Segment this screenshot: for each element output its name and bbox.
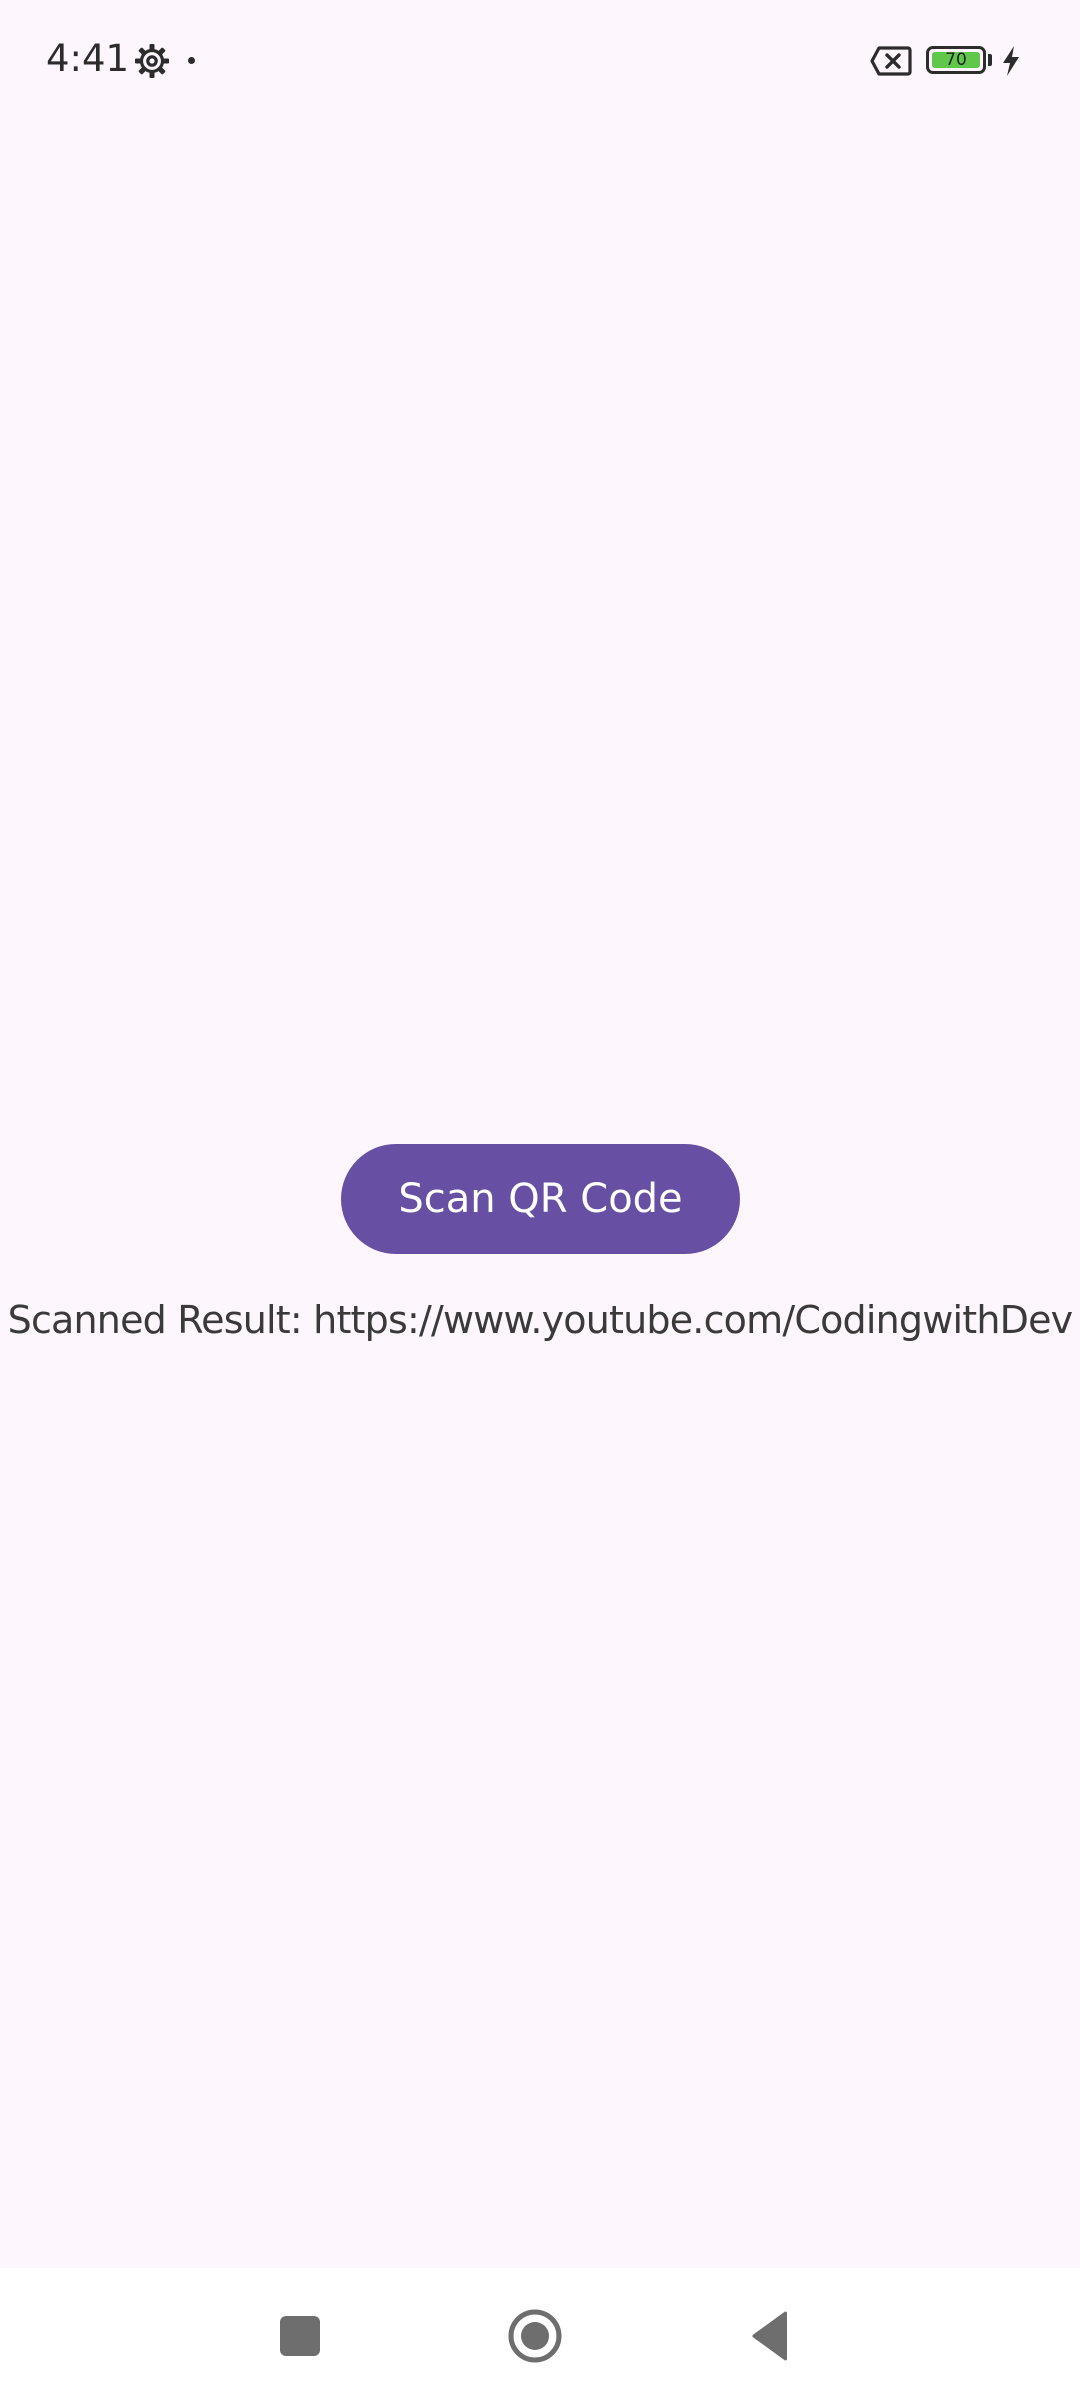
no-sim-icon <box>870 46 912 76</box>
scan-qr-code-button[interactable]: Scan QR Code <box>341 1144 740 1254</box>
scanned-result-text: Scanned Result: https://www.youtube.com/… <box>7 1298 1074 1342</box>
home-circle-icon[interactable] <box>507 2308 563 2364</box>
battery-level: 70 <box>932 50 980 70</box>
status-time: 4:41 <box>46 37 130 80</box>
navigation-bar <box>0 2268 1080 2400</box>
battery-cap <box>988 54 992 66</box>
settings-gear-icon <box>135 44 169 78</box>
battery-icon: 70 <box>926 46 986 74</box>
charging-bolt-icon <box>1003 46 1019 76</box>
recents-square-icon[interactable] <box>280 2316 320 2356</box>
notification-dot-icon <box>188 57 195 64</box>
back-triangle-icon[interactable] <box>750 2310 790 2362</box>
battery-level-text: 70 <box>945 50 967 70</box>
status-bar: 4:41 70 <box>0 0 1080 120</box>
